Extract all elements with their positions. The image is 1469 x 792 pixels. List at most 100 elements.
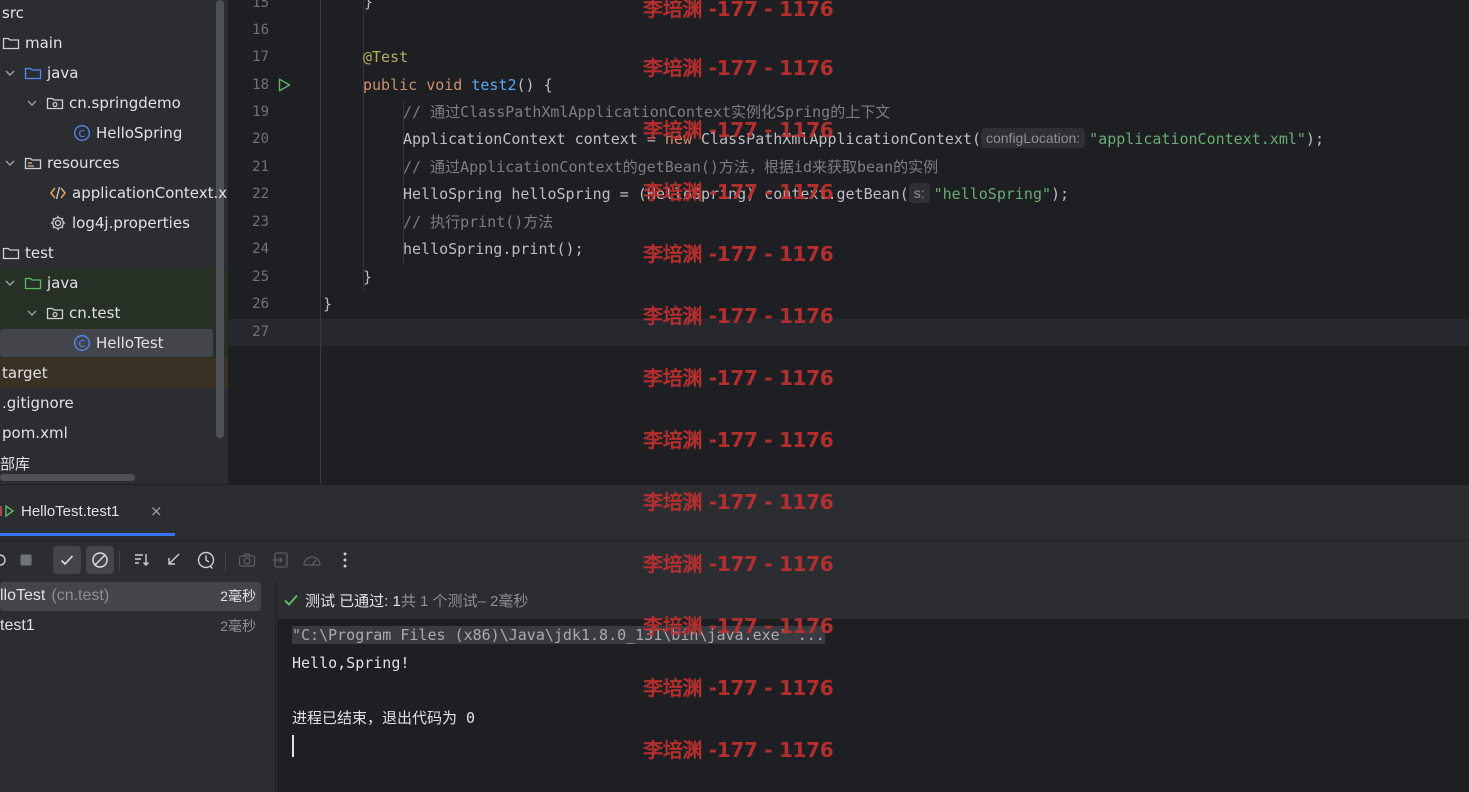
run-test-icon[interactable] <box>276 77 292 93</box>
parameter-hint: s: <box>908 183 930 203</box>
test-status-bar: 测试 已通过: 1共 1 个测试 – 2毫秒 <box>277 581 1469 619</box>
source-folder-icon <box>24 65 42 81</box>
test-run-icon <box>0 504 15 518</box>
code-line-15: } <box>364 0 374 11</box>
camera-icon[interactable] <box>233 546 261 574</box>
test-case-row[interactable]: test1 2毫秒 <box>0 611 276 641</box>
vertical-scrollbar[interactable] <box>216 0 224 438</box>
line-number: 24 <box>252 241 269 257</box>
console-exit-line: 进程已结束，退出代码为 0 <box>292 709 476 727</box>
test-suite-name: lloTest <box>0 587 46 604</box>
parameter-hint: configLocation: <box>980 128 1086 148</box>
xml-file-icon <box>49 185 67 201</box>
close-icon[interactable]: × <box>150 502 163 520</box>
run-toolbar <box>0 540 1469 580</box>
tree-item-applicationcontext[interactable]: applicationContext.x <box>0 178 228 208</box>
tree-item-test[interactable]: test <box>0 238 228 268</box>
coverage-icon[interactable] <box>298 546 326 574</box>
tree-item-label: applicationContext.x <box>72 184 228 202</box>
test-package: (cn.test) <box>51 587 110 604</box>
tree-item-gitignore[interactable]: .gitignore <box>0 388 228 418</box>
tree-item-label: main <box>25 34 63 52</box>
chevron-down-icon[interactable] <box>4 277 16 289</box>
tree-item-label: pom.xml <box>2 424 68 442</box>
import-icon[interactable] <box>267 546 295 574</box>
code-line-21: // 通过ApplicationContext的getBean()方法，根据id… <box>403 158 939 176</box>
stop-icon[interactable] <box>12 546 40 574</box>
line-number: 16 <box>252 22 269 38</box>
show-ignored-icon[interactable] <box>86 546 114 574</box>
project-tree: src main java cn.springdemo C HelloSprin… <box>0 0 229 484</box>
toolbar-separator <box>119 551 120 571</box>
tree-item-label: 部库 <box>0 454 31 473</box>
keyword: new <box>664 130 692 148</box>
chevron-down-icon[interactable] <box>4 157 16 169</box>
sort-icon[interactable] <box>128 546 156 574</box>
run-tab[interactable]: HelloTest.test1 × <box>0 485 175 537</box>
package-icon <box>46 305 64 321</box>
package-icon <box>46 95 64 111</box>
line-number: 20 <box>252 131 269 147</box>
tree-item-cn-test[interactable]: cn.test <box>0 298 228 328</box>
code-line-19: // 通过ClassPathXmlApplicationContext实例化Sp… <box>403 103 891 121</box>
folder-icon <box>2 35 20 51</box>
tree-item-label: resources <box>47 154 120 172</box>
code-editor[interactable]: 15 16 17 18 19 20 21 22 23 24 25 26 27 }… <box>229 0 1469 484</box>
chevron-down-icon[interactable] <box>26 97 38 109</box>
tree-item-label: .gitignore <box>2 394 74 412</box>
tree-item-label: java <box>47 64 79 82</box>
string-literal: "helloSpring" <box>933 185 1052 203</box>
line-number: 15 <box>252 0 269 11</box>
tree-item-hellospring[interactable]: C HelloSpring <box>0 118 228 148</box>
line-number: 27 <box>252 324 269 340</box>
status-total: 共 1 个测试 <box>400 592 478 610</box>
chevron-down-icon[interactable] <box>4 67 16 79</box>
tree-item-target[interactable]: target <box>0 358 228 388</box>
line-number: 19 <box>252 104 269 120</box>
tree-item-label: HelloSpring <box>96 124 183 142</box>
code-line-17: @Test <box>363 44 408 71</box>
history-icon[interactable] <box>192 546 220 574</box>
class-icon: C <box>73 335 91 351</box>
code-text: () { <box>516 76 553 94</box>
code-line-25: } <box>363 268 373 286</box>
tree-item-resources[interactable]: resources <box>0 148 228 178</box>
chevron-down-icon[interactable] <box>26 307 38 319</box>
show-passed-icon[interactable] <box>53 546 81 574</box>
tree-item-java-test[interactable]: java <box>0 268 228 298</box>
line-number: 23 <box>252 214 269 230</box>
tree-item-label: cn.springdemo <box>69 94 181 112</box>
tree-item-cn-springdemo[interactable]: cn.springdemo <box>0 88 228 118</box>
current-line-highlight <box>229 319 1469 346</box>
console-output[interactable]: 测试 已通过: 1共 1 个测试 – 2毫秒 "C:\Program Files… <box>277 581 1469 792</box>
class-icon: C <box>73 125 91 141</box>
code-line-22: HelloSpring helloSpring = (HelloSpring) … <box>403 181 1069 208</box>
test-results-tree: lloTest (cn.test) 2毫秒 test1 2毫秒 <box>0 581 276 792</box>
tree-item-main[interactable]: main <box>0 28 228 58</box>
horizontal-scrollbar[interactable] <box>0 474 135 481</box>
status-passed: 测试 已通过: 1 <box>305 592 401 610</box>
tree-item-src[interactable]: src <box>0 0 228 28</box>
svg-text:C: C <box>79 339 86 350</box>
console-command: "C:\Program Files (x86)\Java\jdk1.8.0_13… <box>292 626 825 644</box>
test-suite-row[interactable]: lloTest (cn.test) 2毫秒 <box>0 581 276 611</box>
tree-item-hellotest[interactable]: C HelloTest <box>0 328 228 358</box>
line-number: 25 <box>252 269 269 285</box>
run-tool-window: HelloTest.test1 × lloTest (cn.test) 2毫秒 … <box>0 484 1469 792</box>
run-tab-label: HelloTest.test1 <box>21 502 120 520</box>
code-text: ClassPathXmlApplicationContext( <box>692 130 981 148</box>
tree-item-log4j[interactable]: log4j.properties <box>0 208 228 238</box>
folder-icon <box>2 245 20 261</box>
tree-item-label: HelloTest <box>96 334 164 352</box>
console-output-line: Hello,Spring! <box>292 654 410 672</box>
console-command-line[interactable]: "C:\Program Files (x86)\Java\jdk1.8.0_13… <box>292 622 825 649</box>
tree-item-java-main[interactable]: java <box>0 58 228 88</box>
annotation: @Test <box>363 48 409 66</box>
more-options-icon[interactable] <box>331 546 359 574</box>
test-duration: 2毫秒 <box>220 588 256 604</box>
test-duration: 2毫秒 <box>220 618 256 634</box>
collapse-all-icon[interactable] <box>160 546 188 574</box>
tree-item-pom[interactable]: pom.xml <box>0 418 228 448</box>
keyword: public void <box>363 76 472 94</box>
code-line-24: helloSpring.print(); <box>403 240 584 258</box>
